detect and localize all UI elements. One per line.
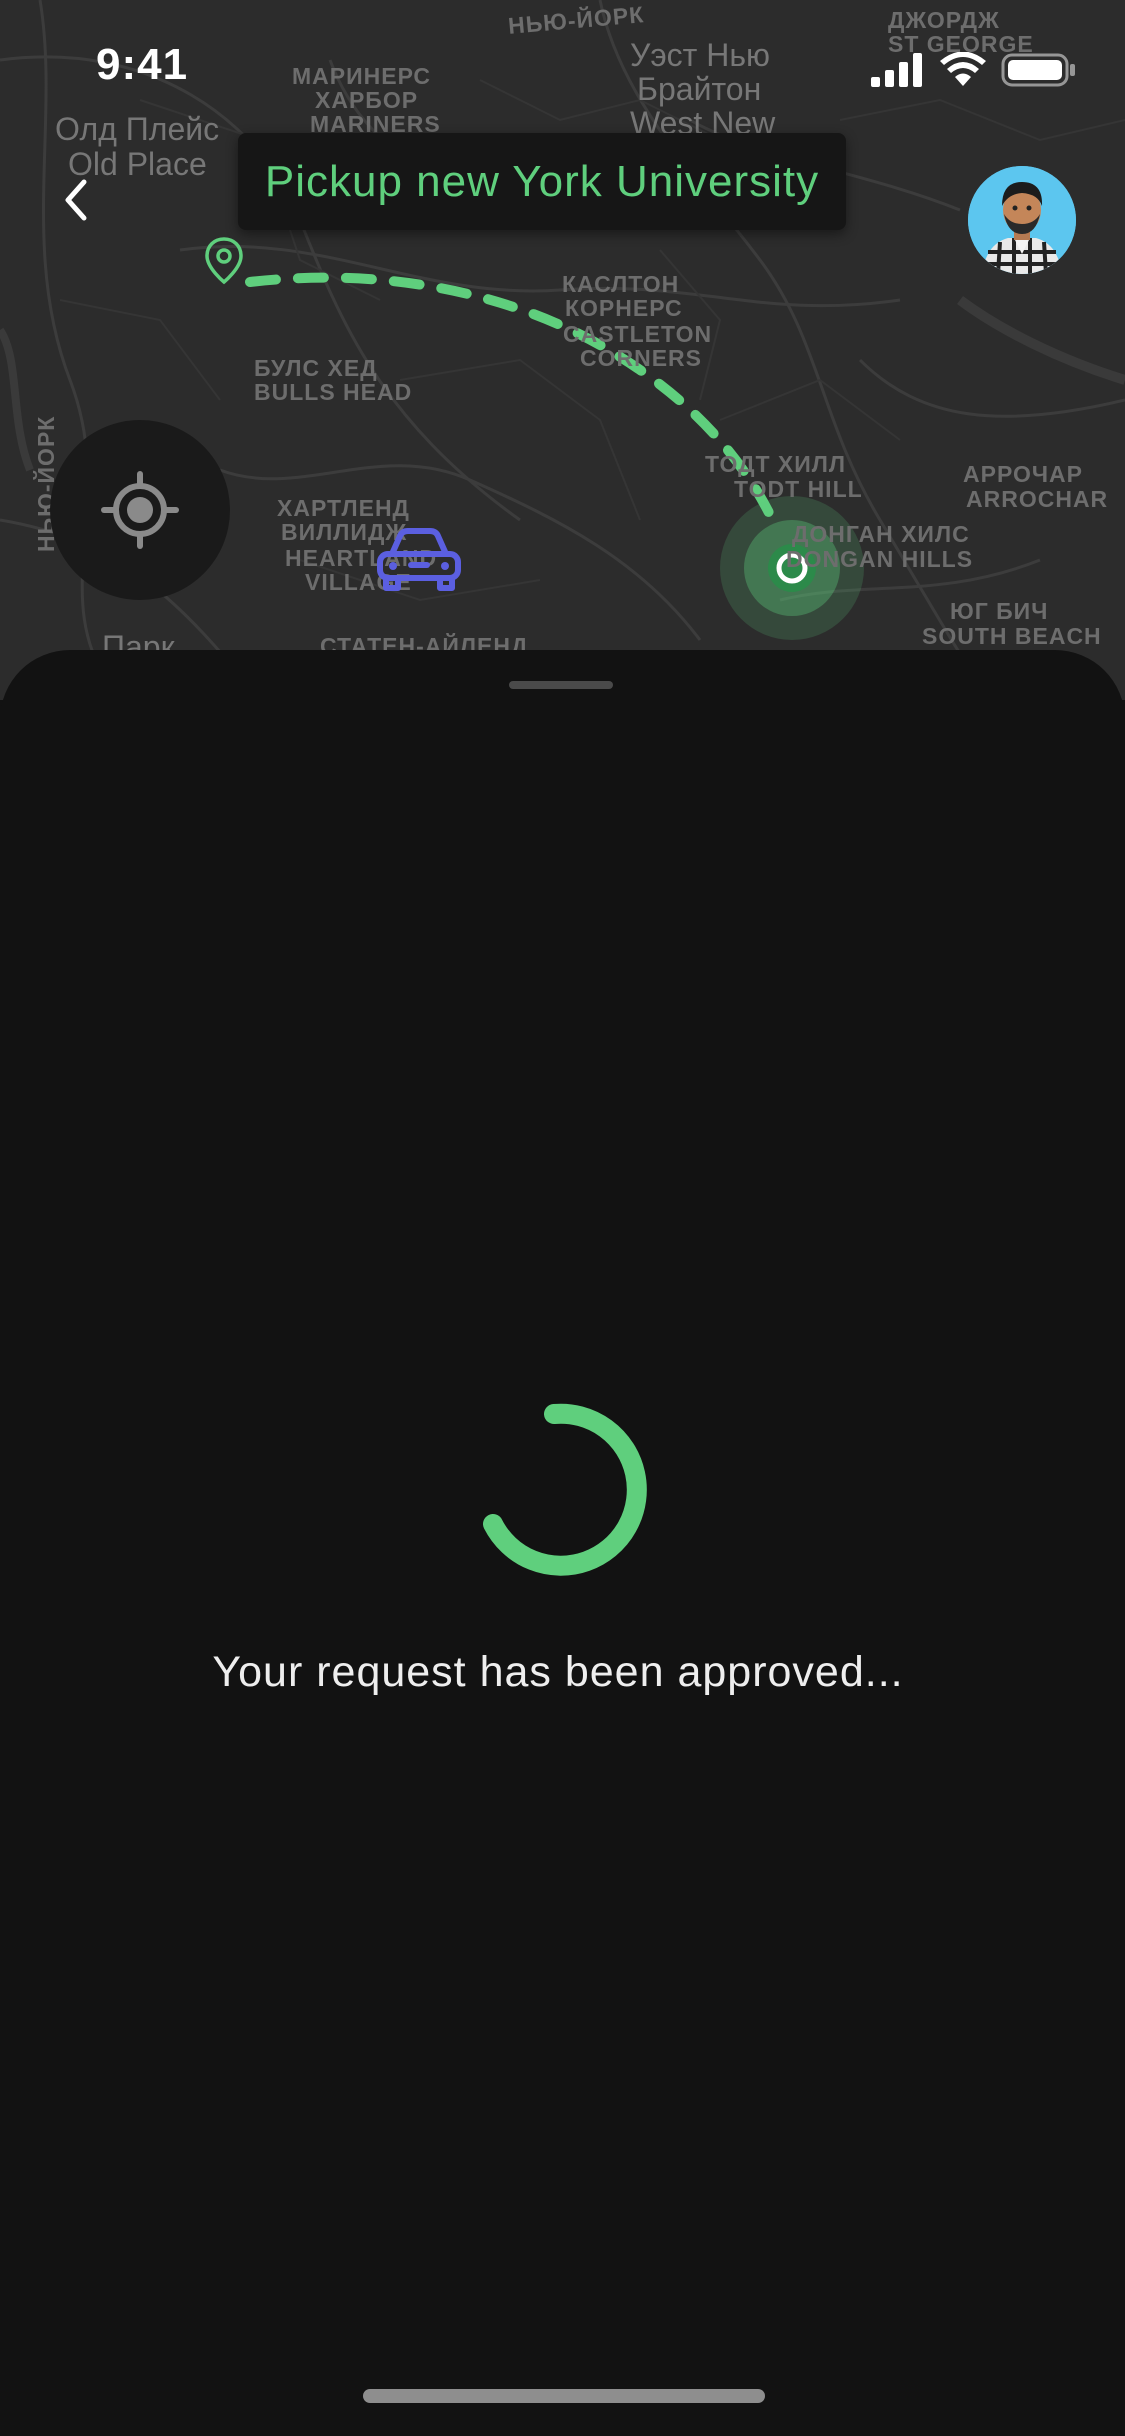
avatar[interactable] xyxy=(968,166,1076,274)
location-pin-icon xyxy=(205,237,243,285)
sheet-grabber[interactable] xyxy=(509,681,613,689)
map-label: ЮГ БИЧ xyxy=(950,598,1049,624)
pickup-location-chip[interactable]: Pickup new York University xyxy=(238,133,846,230)
map-label: BULLS HEAD xyxy=(254,379,413,405)
map-label: МАРИНЕРС xyxy=(292,63,431,89)
loading-spinner xyxy=(483,1403,647,1576)
map-label: ДОНГАН ХИЛС xyxy=(792,521,970,547)
request-status-message: Your request has been approved... xyxy=(212,1648,904,1696)
user-photo xyxy=(968,166,1076,274)
bottom-sheet: Your request has been approved... xyxy=(0,650,1125,2436)
map-label: TODT HILL xyxy=(734,476,863,502)
battery-icon xyxy=(1001,53,1075,87)
map-label: DONGAN HILLS xyxy=(786,546,974,572)
map-label: АРРОЧАР xyxy=(963,461,1083,487)
status-bar-time: 9:41 xyxy=(96,40,189,89)
status-bar-icons xyxy=(871,52,1077,88)
cellular-signal-icon xyxy=(871,53,922,87)
map-label: Олд Плейс xyxy=(55,111,220,147)
map-label: Брайтон xyxy=(637,71,762,107)
map-view[interactable]: НЬЮ-ЙОРК Олд Плейс Old Place МАРИНЕРС ХА… xyxy=(0,0,1125,700)
map-label: CORNERS xyxy=(580,345,703,371)
pickup-location-label: Pickup new York University xyxy=(264,156,820,206)
map-label: SOUTH BEACH xyxy=(922,623,1102,649)
map-label: ARROCHAR xyxy=(966,486,1109,512)
map-label: ДЖОРДЖ xyxy=(888,7,1000,33)
locate-me-button[interactable] xyxy=(50,420,230,600)
map-label: Уэст Нью xyxy=(630,37,770,73)
map-label: ХАРТЛЕНД xyxy=(277,495,410,521)
wifi-icon xyxy=(940,52,986,86)
map-label: КОРНЕРС xyxy=(565,295,683,321)
map-label: БУЛС ХЕД xyxy=(254,355,378,381)
map-label: ТОДТ ХИЛЛ xyxy=(705,451,847,477)
car-icon xyxy=(377,528,461,591)
map-label: CASTLETON xyxy=(563,321,713,347)
chevron-left-icon[interactable] xyxy=(54,170,98,230)
crosshair-icon xyxy=(101,471,179,549)
map-label: КАСЛТОН xyxy=(562,271,680,297)
map-label: ХАРБОР xyxy=(315,87,419,113)
home-indicator[interactable] xyxy=(363,2389,765,2403)
